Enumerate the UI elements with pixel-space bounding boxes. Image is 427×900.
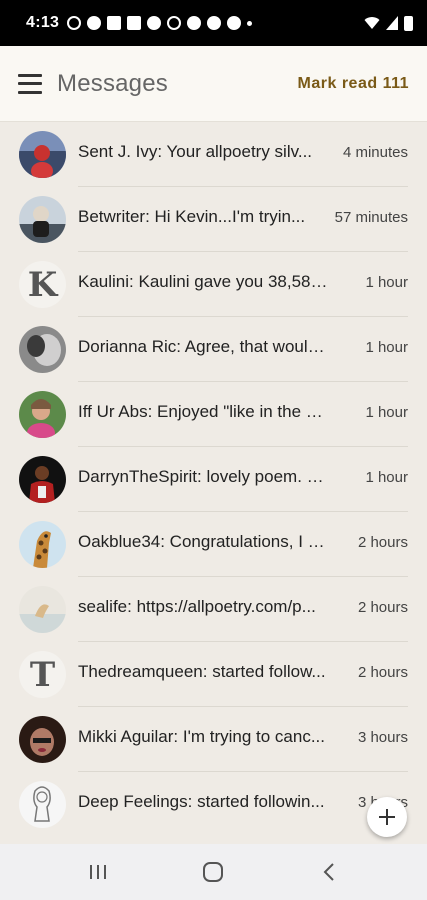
message-text: DarrynTheSpirit: lovely poem. C... bbox=[78, 467, 329, 486]
list-item[interactable]: Betwriter: Hi Kevin...I'm tryin... 57 mi… bbox=[0, 187, 427, 252]
back-icon bbox=[323, 863, 334, 881]
plus-icon bbox=[379, 809, 395, 825]
avatar-letter: T bbox=[29, 654, 56, 695]
list-item[interactable]: DarrynTheSpirit: lovely poem. C... 1 hou… bbox=[0, 447, 427, 512]
notification-icon bbox=[87, 16, 102, 30]
message-time: 1 hour bbox=[365, 274, 408, 291]
notification-icon bbox=[67, 16, 82, 30]
list-item[interactable]: Deep Feelings: started followin... 3 hou… bbox=[0, 772, 427, 837]
facebook-icon bbox=[187, 16, 202, 30]
avatar: T bbox=[19, 651, 66, 698]
message-time: 2 hours bbox=[357, 599, 408, 616]
list-item[interactable]: Oakblue34: Congratulations, I a... 2 hou… bbox=[0, 512, 427, 577]
avatar bbox=[19, 586, 66, 633]
list-item[interactable]: Dorianna Ric: Agree, that would ... 1 ho… bbox=[0, 317, 427, 382]
avatar bbox=[19, 131, 66, 178]
add-message-button[interactable] bbox=[367, 797, 407, 837]
avatar bbox=[19, 456, 66, 503]
avatar bbox=[19, 716, 66, 763]
system-icons bbox=[364, 15, 413, 31]
message-text: Dorianna Ric: Agree, that would ... bbox=[78, 337, 329, 356]
page-title: Messages bbox=[57, 69, 168, 97]
list-item[interactable]: Iff Ur Abs: Enjoyed "like in the w... 1 … bbox=[0, 382, 427, 447]
list-item[interactable]: Mikki Aguilar: I'm trying to canc... 3 h… bbox=[0, 707, 427, 772]
message-time: 57 minutes bbox=[334, 209, 408, 226]
home-icon bbox=[203, 862, 224, 882]
message-text: sealife: https://allpoetry.com/p... bbox=[78, 597, 316, 616]
avatar: K bbox=[19, 261, 66, 308]
avatar bbox=[19, 781, 66, 828]
status-bar: 4:13 bbox=[0, 0, 427, 46]
back-button[interactable] bbox=[309, 852, 349, 892]
navigation-bar bbox=[0, 844, 427, 900]
message-text: Oakblue34: Congratulations, I a... bbox=[78, 532, 329, 551]
recent-apps-button[interactable] bbox=[78, 852, 118, 892]
mark-read-button[interactable]: Mark read 111 bbox=[298, 75, 409, 93]
notification-icon bbox=[127, 16, 142, 30]
list-item[interactable]: K Kaulini: Kaulini gave you 38,580 ... 1… bbox=[0, 252, 427, 317]
message-list[interactable]: Sent J. Ivy: Your allpoetry silv... 4 mi… bbox=[0, 122, 427, 844]
status-time: 4:13 bbox=[26, 14, 60, 31]
message-time: 4 minutes bbox=[342, 144, 408, 161]
battery-icon bbox=[404, 15, 413, 31]
message-text: Iff Ur Abs: Enjoyed "like in the w... bbox=[78, 402, 329, 421]
signal-icon bbox=[386, 16, 398, 30]
avatar bbox=[19, 196, 66, 243]
message-time: 1 hour bbox=[365, 339, 408, 356]
avatar-letter: K bbox=[27, 264, 58, 305]
avatar bbox=[19, 391, 66, 438]
message-time: 3 hours bbox=[357, 729, 408, 746]
notification-icons bbox=[67, 16, 364, 30]
message-text: Kaulini: Kaulini gave you 38,580 ... bbox=[78, 272, 329, 291]
message-time: 1 hour bbox=[365, 404, 408, 421]
twitter-icon bbox=[107, 16, 122, 30]
home-button[interactable] bbox=[193, 852, 233, 892]
menu-icon[interactable] bbox=[18, 73, 42, 94]
message-time: 2 hours bbox=[357, 534, 408, 551]
message-text: Mikki Aguilar: I'm trying to canc... bbox=[78, 727, 325, 746]
app-bar: Messages Mark read 111 bbox=[0, 46, 427, 122]
message-time: 2 hours bbox=[357, 664, 408, 681]
message-text: Sent J. Ivy: Your allpoetry silv... bbox=[78, 142, 313, 161]
reddit-icon bbox=[147, 16, 162, 30]
wifi-icon bbox=[364, 17, 380, 29]
reddit-icon bbox=[207, 16, 222, 30]
list-item[interactable]: sealife: https://allpoetry.com/p... 2 ho… bbox=[0, 577, 427, 642]
message-text: Betwriter: Hi Kevin...I'm tryin... bbox=[78, 207, 306, 226]
list-item[interactable]: T Thedreamqueen: started follow... 2 hou… bbox=[0, 642, 427, 707]
avatar bbox=[19, 521, 66, 568]
message-time: 1 hour bbox=[365, 469, 408, 486]
recent-apps-icon bbox=[89, 865, 106, 879]
reddit-icon bbox=[227, 16, 242, 30]
list-item[interactable]: Sent J. Ivy: Your allpoetry silv... 4 mi… bbox=[0, 122, 427, 187]
avatar bbox=[19, 326, 66, 373]
message-text: Deep Feelings: started followin... bbox=[78, 792, 325, 811]
dot-icon bbox=[247, 20, 253, 26]
message-text: Thedreamqueen: started follow... bbox=[78, 662, 326, 681]
notification-icon bbox=[167, 16, 182, 30]
